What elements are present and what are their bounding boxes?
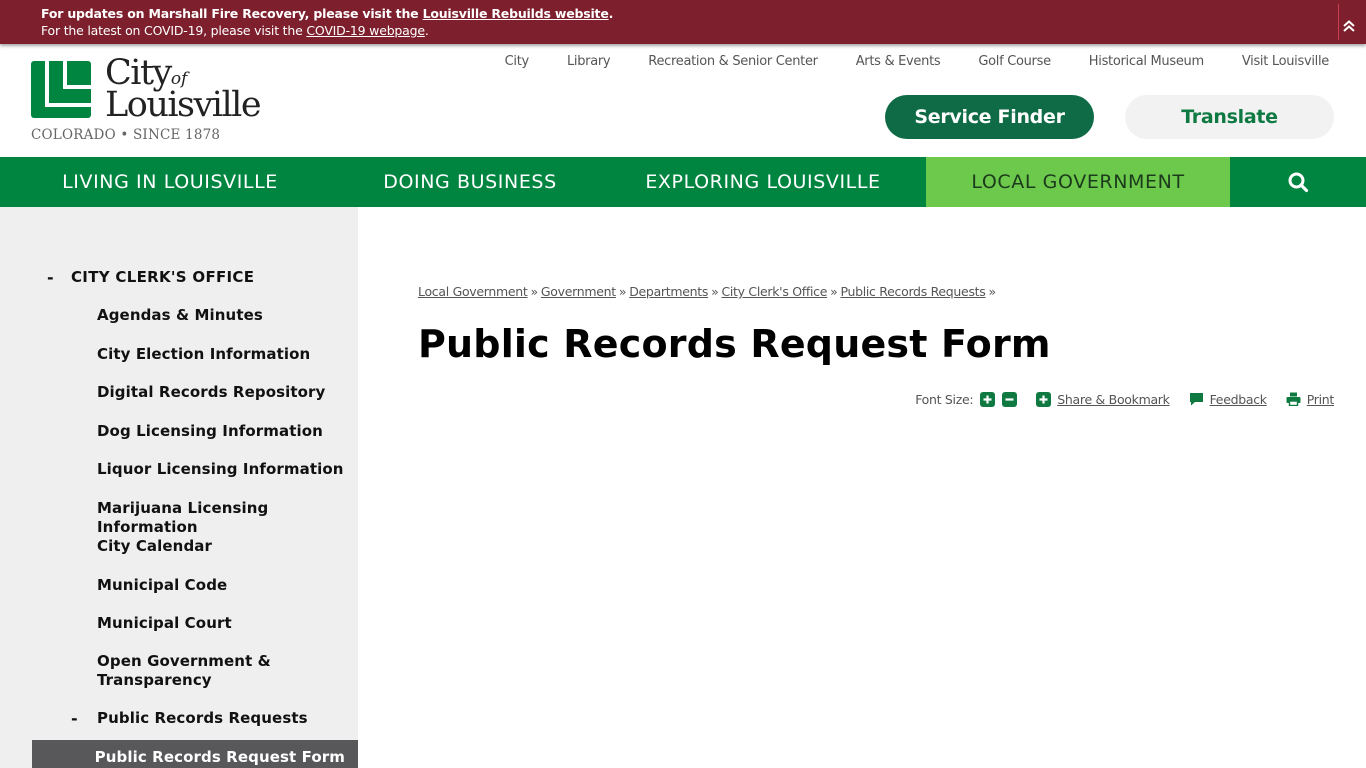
sidebar-item-municipal-code[interactable]: Municipal Code: [97, 576, 227, 595]
service-finder-button[interactable]: Service Finder: [885, 95, 1094, 139]
double-chevron-up-icon: [1343, 20, 1355, 32]
alert-line-fire: For updates on Marshall Fire Recovery, p…: [41, 6, 614, 21]
alert-divider: [1338, 4, 1339, 40]
logo-louisville-text: Louisville: [105, 85, 262, 125]
minus-icon: [1005, 397, 1014, 401]
utility-link-golf-course[interactable]: Golf Course: [978, 54, 1051, 74]
translate-button[interactable]: Translate: [1125, 95, 1334, 139]
sidebar-section-city-clerks-office[interactable]: CITY CLERK'S OFFICE: [71, 268, 254, 287]
nav-doing-business[interactable]: DOING BUSINESS: [340, 157, 600, 207]
sidebar-item-open-government[interactable]: Open Government & Transparency: [97, 652, 271, 690]
sidebar-nav: - CITY CLERK'S OFFICE Agendas & Minutes …: [0, 207, 358, 768]
page-tools: Font Size: Share & Bookmark Feedback Pri…: [915, 390, 1334, 408]
font-size-increase-button[interactable]: [980, 391, 996, 407]
sidebar-item-municipal-court[interactable]: Municipal Court: [97, 614, 232, 633]
louisville-rebuilds-link[interactable]: Louisville Rebuilds website: [423, 6, 609, 21]
logo-mark-icon: [31, 61, 91, 118]
printer-icon: [1286, 392, 1301, 406]
alert-text: For updates on Marshall Fire Recovery, p…: [41, 5, 613, 39]
speech-bubble-icon: [1189, 393, 1203, 406]
collapse-dash-icon[interactable]: -: [71, 709, 78, 728]
feedback-link[interactable]: Feedback: [1189, 392, 1267, 407]
breadcrumb-government[interactable]: Government: [541, 284, 616, 299]
breadcrumb-local-government[interactable]: Local Government: [418, 284, 528, 299]
sidebar-item-liquor-licensing[interactable]: Liquor Licensing Information: [97, 460, 344, 479]
utility-link-historical-museum[interactable]: Historical Museum: [1089, 54, 1204, 74]
utility-link-recreation[interactable]: Recreation & Senior Center: [648, 54, 818, 74]
page-title: Public Records Request Form: [418, 322, 1051, 366]
alert-bar: For updates on Marshall Fire Recovery, p…: [0, 0, 1366, 44]
utility-link-arts-events[interactable]: Arts & Events: [856, 54, 941, 74]
breadcrumb-public-records-requests[interactable]: Public Records Requests: [840, 284, 985, 299]
share-bookmark-link[interactable]: Share & Bookmark: [1036, 391, 1170, 407]
utility-link-city[interactable]: City: [505, 54, 530, 74]
sidebar-item-marijuana-licensing[interactable]: Marijuana Licensing Information: [97, 499, 358, 537]
nav-living-in-louisville[interactable]: LIVING IN LOUISVILLE: [0, 157, 340, 207]
collapse-dash-icon[interactable]: -: [47, 268, 54, 287]
font-size-decrease-button[interactable]: [1002, 391, 1018, 407]
font-size-label: Font Size:: [915, 391, 974, 407]
site-header: Cityof Louisville COLORADO • SINCE 1878 …: [0, 44, 1366, 157]
site-search-button[interactable]: [1230, 157, 1366, 207]
sidebar-item-agendas-minutes[interactable]: Agendas & Minutes: [97, 306, 263, 325]
logo-subtitle: COLORADO • SINCE 1878: [31, 127, 221, 143]
search-icon: [1288, 172, 1309, 193]
city-logo[interactable]: Cityof Louisville COLORADO • SINCE 1878: [31, 55, 271, 146]
alert-line-covid: For the latest on COVID-19, please visit…: [41, 23, 429, 38]
sidebar-item-dog-licensing[interactable]: Dog Licensing Information: [97, 422, 323, 441]
sidebar-item-city-calendar[interactable]: City Calendar: [97, 537, 212, 556]
sidebar-item-public-records-requests[interactable]: Public Records Requests: [97, 709, 308, 728]
covid-webpage-link[interactable]: COVID-19 webpage: [306, 23, 425, 38]
main-nav: LIVING IN LOUISVILLE DOING BUSINESS EXPL…: [0, 157, 1366, 207]
nav-exploring-louisville[interactable]: EXPLORING LOUISVILLE: [600, 157, 926, 207]
collapse-alert-button[interactable]: [1342, 18, 1360, 34]
plus-icon: [983, 395, 992, 403]
utility-nav: City Library Recreation & Senior Center …: [505, 54, 1366, 74]
utility-link-library[interactable]: Library: [567, 54, 611, 74]
breadcrumb-departments[interactable]: Departments: [629, 284, 708, 299]
share-plus-icon: [1036, 391, 1052, 407]
breadcrumb-city-clerks-office[interactable]: City Clerk's Office: [721, 284, 827, 299]
sidebar-item-public-records-request-form[interactable]: Public Records Request Form: [32, 740, 358, 768]
sidebar-item-city-election-information[interactable]: City Election Information: [97, 345, 310, 364]
breadcrumb: Local Government» Government» Departments»…: [418, 284, 996, 299]
print-link[interactable]: Print: [1286, 392, 1334, 407]
nav-local-government[interactable]: LOCAL GOVERNMENT: [926, 157, 1230, 207]
sidebar-item-digital-records-repository[interactable]: Digital Records Repository: [97, 383, 325, 402]
utility-link-visit-louisville[interactable]: Visit Louisville: [1242, 54, 1329, 74]
